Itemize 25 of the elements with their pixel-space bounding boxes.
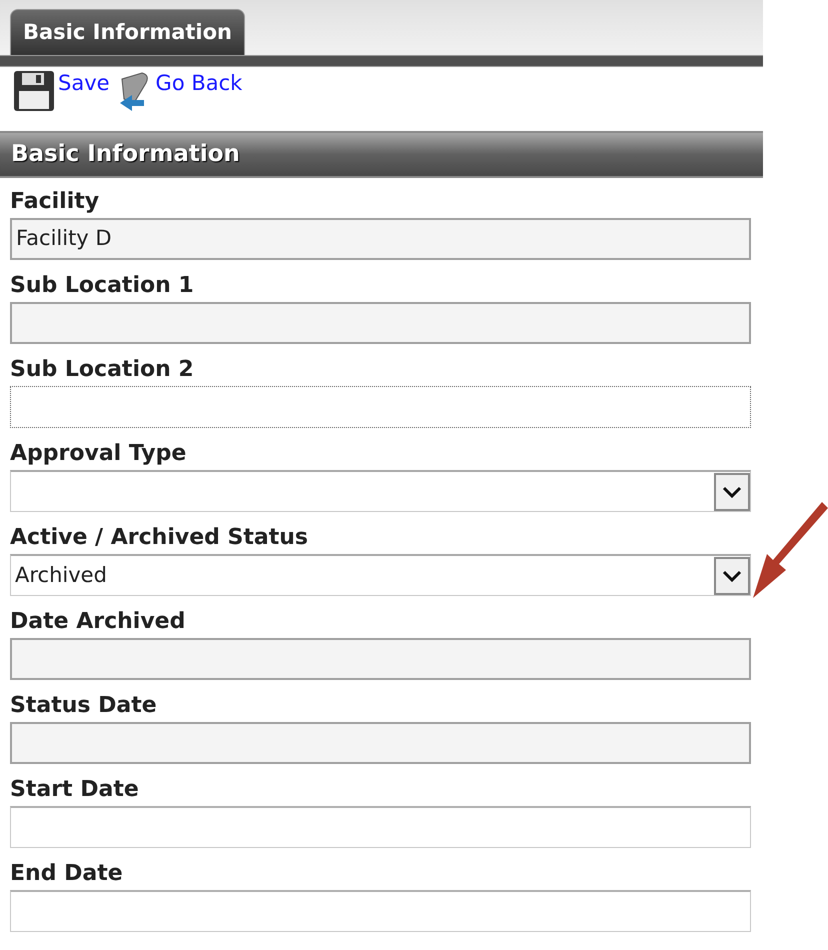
field-label: Date Archived bbox=[10, 608, 186, 636]
field-label: Start Date bbox=[10, 776, 140, 804]
back-link[interactable]: Go Back bbox=[156, 70, 242, 96]
chevron-down-icon bbox=[722, 570, 742, 582]
dropdown-field[interactable] bbox=[10, 470, 751, 512]
input-field[interactable] bbox=[10, 386, 751, 428]
field-label: Status Date bbox=[10, 692, 158, 720]
arrow-icon bbox=[753, 502, 828, 598]
field-label: Facility bbox=[10, 188, 100, 216]
field-label: Sub Location 1 bbox=[10, 272, 195, 300]
input-field[interactable]: Facility D bbox=[10, 218, 751, 260]
chevron-down-icon bbox=[722, 486, 742, 498]
tab[interactable]: Basic Information bbox=[10, 9, 245, 55]
input-field[interactable] bbox=[10, 806, 751, 848]
input-field[interactable] bbox=[10, 302, 751, 344]
field-label: Sub Location 2 bbox=[10, 356, 195, 384]
section-header: Basic Information bbox=[0, 131, 763, 178]
dropdown-field[interactable]: Archived bbox=[10, 554, 751, 596]
input-field[interactable] bbox=[10, 722, 751, 764]
input-field[interactable] bbox=[10, 638, 751, 680]
field-label: End Date bbox=[10, 860, 124, 888]
save-link[interactable]: Save bbox=[58, 70, 110, 96]
field-label: Active / Archived Status bbox=[10, 524, 310, 552]
input-field[interactable] bbox=[10, 890, 751, 932]
field-label: Approval Type bbox=[10, 440, 188, 468]
